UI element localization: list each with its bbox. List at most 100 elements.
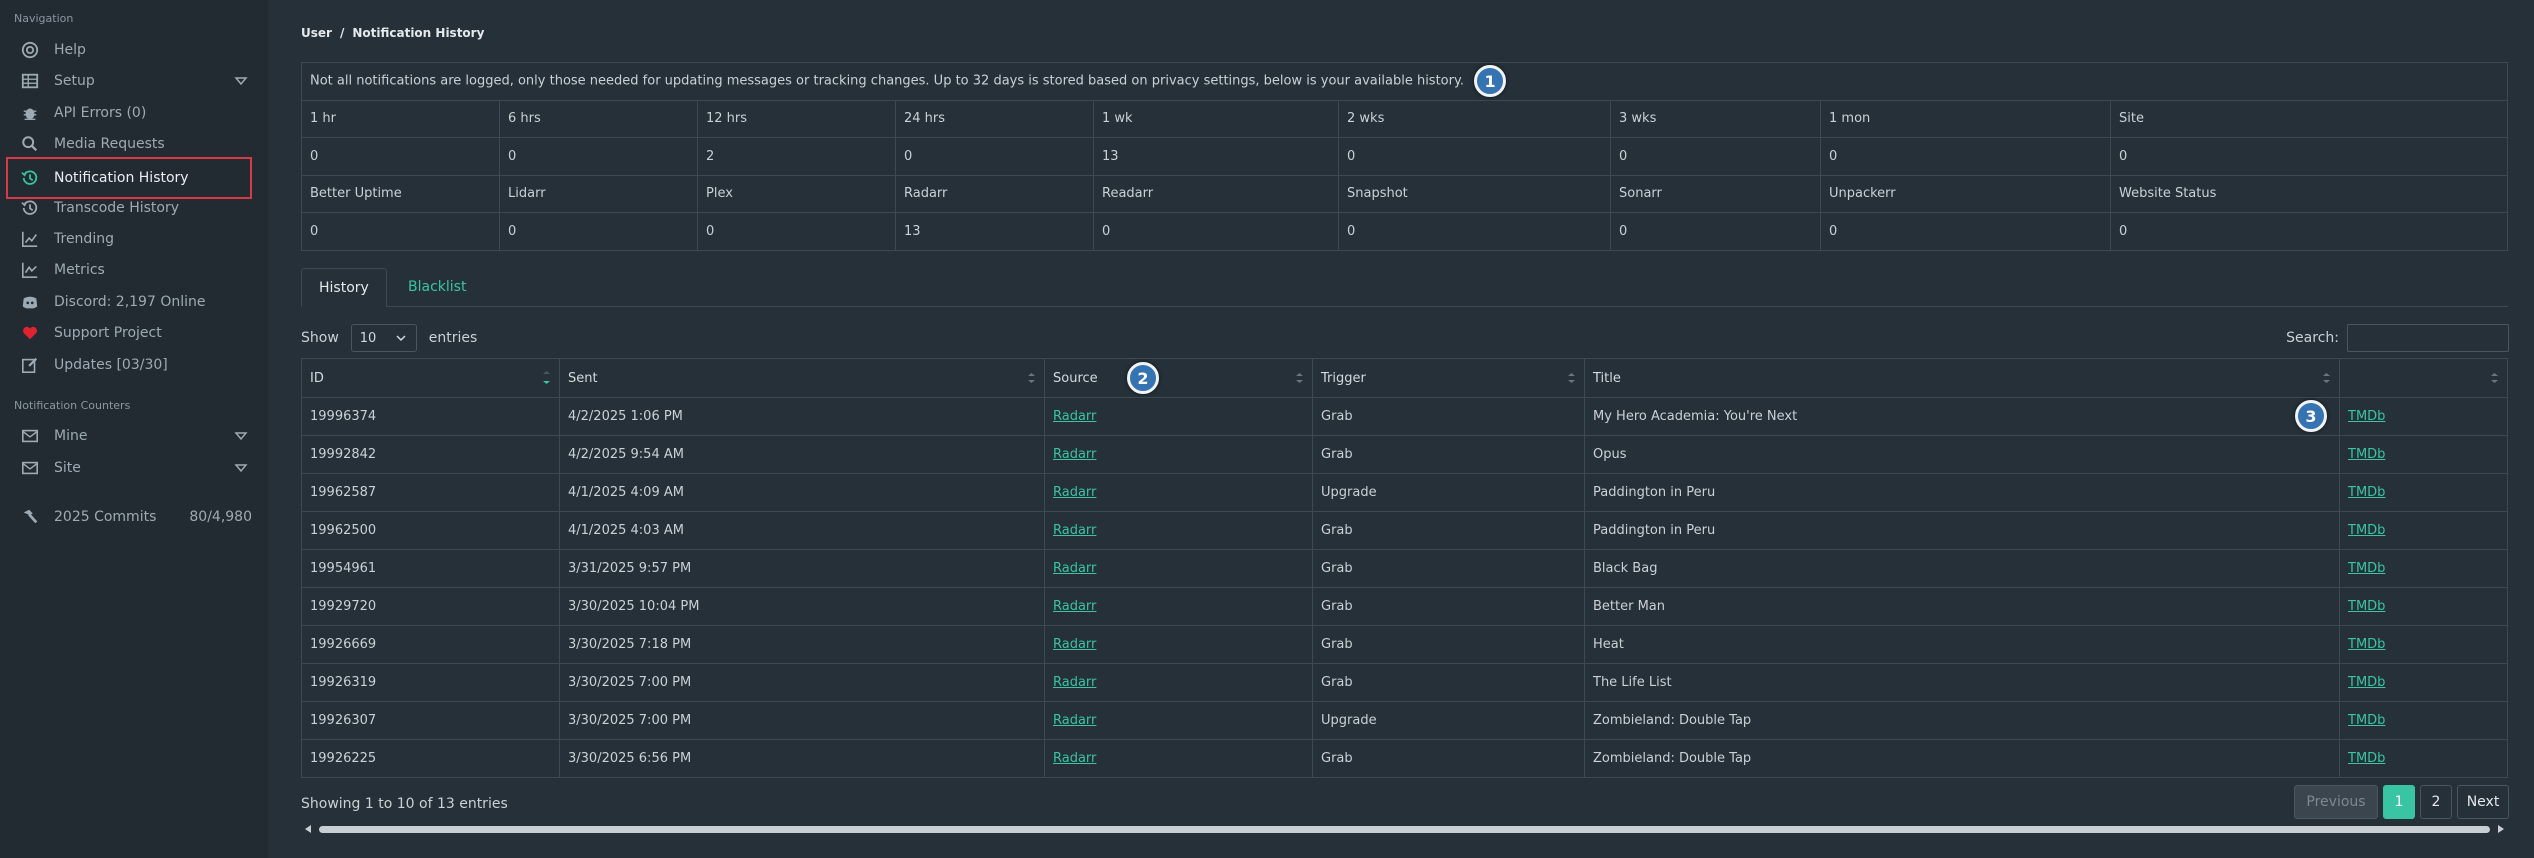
tab-blacklist[interactable]: Blacklist: [391, 268, 483, 306]
cell-link: TMDb: [2339, 473, 2508, 512]
entries-select[interactable]: 10: [350, 324, 417, 352]
sort-icon: [1568, 373, 1575, 383]
cell-source: Radarr: [1044, 511, 1313, 550]
previous-button[interactable]: Previous: [2294, 785, 2378, 819]
source-link[interactable]: Radarr: [1053, 561, 1096, 576]
cell-id-text: 19996374: [310, 409, 377, 424]
cell-source: Radarr: [1044, 397, 1313, 436]
source-link[interactable]: Radarr: [1053, 675, 1096, 690]
column-header-title[interactable]: Title: [1584, 358, 2340, 398]
page-button-2[interactable]: 2: [2420, 785, 2452, 819]
annotation-badge-2: 2: [1127, 362, 1159, 394]
source-value: 0: [1338, 212, 1611, 251]
source-link[interactable]: Radarr: [1053, 409, 1096, 424]
grid-icon: [20, 71, 40, 91]
entries-select-value: 10: [359, 330, 377, 346]
column-header-sent[interactable]: Sent: [559, 358, 1045, 398]
period-header: 1 mon: [1820, 99, 2111, 138]
column-header-trigger[interactable]: Trigger: [1312, 358, 1585, 398]
scroll-right-icon[interactable]: [2496, 824, 2506, 834]
sidebar-item-mine[interactable]: Mine: [8, 421, 256, 451]
table-header-row: ID Sent Source 2 Trigger Title: [301, 358, 2508, 398]
source-link[interactable]: Radarr: [1053, 523, 1096, 538]
sidebar-item-setup[interactable]: Setup: [8, 66, 256, 96]
source-link[interactable]: Radarr: [1053, 637, 1096, 652]
source-link[interactable]: Radarr: [1053, 751, 1096, 766]
sidebar-item-help[interactable]: Help: [8, 35, 256, 65]
sidebar-item-trending[interactable]: Trending: [8, 224, 256, 254]
cell-link: TMDb: [2339, 435, 2508, 474]
sidebar-item-site[interactable]: Site: [8, 453, 256, 483]
column-header-link[interactable]: [2339, 358, 2508, 398]
tab-history[interactable]: History: [301, 268, 387, 307]
tmdb-link[interactable]: TMDb: [2348, 599, 2385, 614]
tmdb-link[interactable]: TMDb: [2348, 409, 2385, 424]
source-link[interactable]: Radarr: [1053, 485, 1096, 500]
cell-title-text: Zombieland: Double Tap: [1593, 751, 1752, 766]
column-header-source[interactable]: Source 2: [1044, 358, 1313, 398]
tmdb-link[interactable]: TMDb: [2348, 637, 2385, 652]
sidebar-item-updates[interactable]: Updates [03/30]: [8, 350, 256, 380]
tmdb-link[interactable]: TMDb: [2348, 523, 2385, 538]
sidebar-item-discord[interactable]: Discord: 2,197 Online: [8, 287, 256, 317]
cell-trigger-text: Grab: [1321, 447, 1353, 462]
chevron-down-icon: [396, 335, 406, 342]
tmdb-link[interactable]: TMDb: [2348, 713, 2385, 728]
search-input[interactable]: [2347, 324, 2509, 352]
search-label: Search:: [2286, 330, 2339, 346]
source-header: Radarr: [895, 174, 1094, 213]
horizontal-scrollbar[interactable]: [301, 822, 2508, 836]
source-value-row: 0 0 0 13 0 0 0 0 0: [301, 212, 2508, 251]
source-link[interactable]: Radarr: [1053, 713, 1096, 728]
source-header: Snapshot: [1338, 174, 1611, 213]
column-header-id[interactable]: ID: [301, 358, 560, 398]
source-header: Readarr: [1093, 174, 1339, 213]
cell-id-text: 19929720: [310, 599, 377, 614]
cell-title-text: Heat: [1593, 637, 1624, 652]
column-header-label: ID: [310, 370, 324, 386]
sidebar-item-label: Discord: 2,197 Online: [54, 294, 206, 310]
chevron-down-icon: [234, 77, 248, 86]
tmdb-link[interactable]: TMDb: [2348, 675, 2385, 690]
source-header-row: Better Uptime Lidarr Plex Radarr Readarr…: [301, 174, 2508, 213]
sidebar-item-metrics[interactable]: Metrics: [8, 255, 256, 285]
cell-id-text: 19926319: [310, 675, 377, 690]
notification-history-table: ID Sent Source 2 Trigger Title 19996374 4…: [301, 358, 2508, 778]
source-header: Unpackerr: [1820, 174, 2111, 213]
page-button-1[interactable]: 1: [2383, 785, 2415, 819]
breadcrumb-current: Notification History: [352, 26, 485, 40]
cell-source: Radarr: [1044, 549, 1313, 588]
sidebar-item-api-errors[interactable]: API Errors (0): [8, 98, 256, 128]
sidebar-item-support[interactable]: Support Project: [8, 318, 256, 348]
search-icon: [20, 134, 40, 154]
scrollbar-thumb[interactable]: [319, 826, 2490, 833]
cell-link: TMDb: [2339, 587, 2508, 626]
breadcrumb-parent[interactable]: User: [301, 26, 332, 40]
next-button[interactable]: Next: [2457, 785, 2509, 819]
tmdb-link[interactable]: TMDb: [2348, 485, 2385, 500]
cell-id-text: 19962587: [310, 485, 377, 500]
cell-sent: 4/1/2025 4:03 AM: [559, 511, 1045, 550]
period-value: 0: [2110, 137, 2508, 176]
sidebar-item-transcode-history[interactable]: Transcode History: [8, 193, 256, 223]
tmdb-link[interactable]: TMDb: [2348, 751, 2385, 766]
cell-sent-text: 3/30/2025 10:04 PM: [568, 599, 700, 614]
cell-link: TMDb: [2339, 663, 2508, 702]
cell-trigger: Grab: [1312, 663, 1585, 702]
period-value: 2: [697, 137, 896, 176]
cell-title-text: Opus: [1593, 447, 1627, 462]
source-link[interactable]: Radarr: [1053, 447, 1096, 462]
table-row: 19926307 3/30/2025 7:00 PM Radarr Upgrade Zo…: [301, 701, 2508, 740]
period-header: 1 hr: [301, 99, 500, 138]
sidebar-item-label: API Errors (0): [54, 105, 147, 121]
tmdb-link[interactable]: TMDb: [2348, 447, 2385, 462]
cell-title-text: The Life List: [1593, 675, 1672, 690]
source-link[interactable]: Radarr: [1053, 599, 1096, 614]
sidebar-item-media-requests[interactable]: Media Requests: [8, 129, 256, 159]
cell-sent: 3/30/2025 6:56 PM: [559, 739, 1045, 778]
cell-link: TMDb: [2339, 549, 2508, 588]
scroll-left-icon[interactable]: [303, 824, 313, 834]
sort-icon: [1028, 373, 1035, 383]
cell-id-text: 19926669: [310, 637, 377, 652]
tmdb-link[interactable]: TMDb: [2348, 561, 2385, 576]
